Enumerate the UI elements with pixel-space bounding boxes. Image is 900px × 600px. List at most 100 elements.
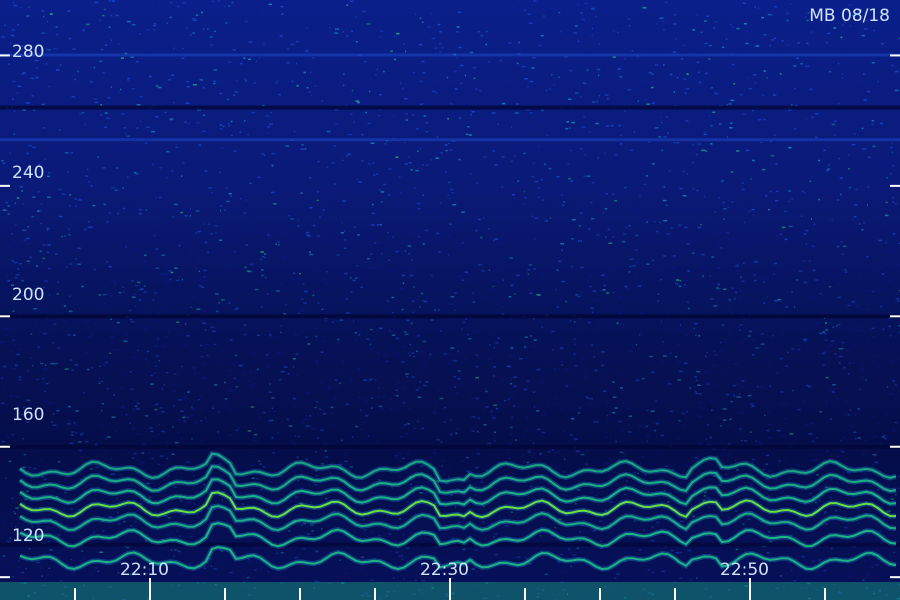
noise-speck: [401, 457, 406, 460]
noise-speck: [342, 360, 345, 363]
noise-speck: [77, 121, 81, 124]
noise-speck: [381, 382, 383, 384]
noise-speck: [634, 471, 636, 474]
noise-speck: [811, 61, 815, 63]
noise-speck: [218, 411, 220, 413]
noise-speck: [203, 114, 205, 116]
noise-speck: [166, 22, 169, 24]
noise-speck: [157, 338, 160, 340]
noise-speck: [186, 416, 190, 419]
noise-speck: [251, 464, 255, 466]
noise-speck: [501, 156, 505, 158]
noise-speck: [851, 301, 856, 303]
noise-speck: [353, 200, 357, 202]
noise-speck: [458, 259, 461, 261]
noise-speck: [32, 196, 36, 198]
noise-speck: [257, 579, 261, 581]
noise-speck: [449, 348, 452, 351]
noise-speck: [173, 310, 176, 313]
noise-speck: [725, 393, 730, 396]
noise-speck: [591, 182, 595, 184]
noise-speck: [777, 240, 779, 242]
noise-speck: [101, 423, 103, 426]
noise-speck: [731, 287, 734, 289]
noise-speck: [757, 441, 762, 443]
noise-speck: [123, 484, 126, 486]
noise-speck: [4, 35, 9, 37]
noise-speck: [301, 524, 303, 526]
noise-speck: [165, 336, 167, 338]
noise-speck: [92, 259, 95, 261]
noise-speck: [825, 329, 829, 331]
noise-speck: [650, 205, 653, 207]
noise-speck: [628, 271, 631, 273]
noise-speck: [388, 318, 390, 321]
noise-speck: [425, 481, 430, 484]
noise-speck: [260, 488, 263, 491]
noise-speck: [435, 85, 438, 87]
noise-speck: [653, 429, 657, 432]
noise-speck: [857, 522, 859, 524]
noise-speck: [818, 198, 821, 201]
noise-speck: [215, 190, 217, 192]
noise-speck: [376, 173, 378, 175]
noise-speck: [624, 110, 626, 112]
noise-speck: [519, 358, 523, 360]
noise-speck: [153, 23, 157, 25]
noise-speck: [523, 71, 525, 73]
noise-speck: [727, 155, 732, 158]
noise-speck: [740, 49, 743, 52]
noise-speck: [132, 428, 135, 430]
noise-speck: [589, 285, 592, 288]
noise-speck: [619, 152, 621, 154]
noise-speck: [894, 558, 898, 560]
noise-speck: [467, 238, 471, 240]
noise-speck: [752, 159, 755, 162]
noise-speck: [700, 50, 704, 53]
noise-speck: [529, 264, 533, 266]
noise-speck: [431, 104, 436, 106]
noise-speck: [738, 289, 742, 291]
noise-speck: [540, 166, 543, 169]
noise-speck: [88, 21, 91, 23]
noise-speck: [480, 216, 484, 219]
noise-speck: [8, 132, 12, 134]
noise-speck: [2, 162, 6, 165]
noise-speck: [852, 128, 854, 131]
noise-speck: [694, 391, 697, 393]
noise-speck: [31, 146, 36, 149]
noise-speck: [244, 20, 248, 23]
noise-speck: [265, 354, 269, 356]
noise-speck: [47, 20, 49, 23]
noise-speck: [41, 261, 43, 263]
noise-speck: [141, 343, 144, 345]
noise-speck: [393, 114, 395, 117]
noise-speck: [431, 183, 435, 185]
noise-speck: [744, 30, 749, 32]
noise-speck: [429, 72, 432, 75]
noise-speck: [531, 456, 534, 458]
noise-speck: [328, 199, 333, 201]
noise-speck: [754, 327, 756, 330]
noise-speck: [595, 100, 599, 103]
noise-speck: [201, 130, 206, 132]
noise-speck: [200, 440, 203, 442]
noise-speck: [429, 353, 432, 356]
noise-speck: [722, 419, 727, 421]
noise-speck: [46, 376, 49, 379]
noise-speck: [528, 22, 533, 24]
noise-speck: [881, 209, 884, 211]
noise-speck: [478, 190, 483, 192]
noise-speck: [608, 501, 613, 503]
noise-speck: [583, 576, 585, 578]
noise-speck: [825, 127, 828, 129]
noise-speck: [762, 302, 766, 304]
noise-speck: [584, 375, 588, 377]
noise-speck: [404, 97, 408, 100]
noise-speck: [86, 321, 90, 323]
noise-speck: [666, 380, 670, 382]
noise-speck: [360, 238, 364, 241]
noise-speck: [488, 420, 490, 422]
noise-speck: [138, 357, 140, 359]
noise-speck: [854, 188, 858, 191]
